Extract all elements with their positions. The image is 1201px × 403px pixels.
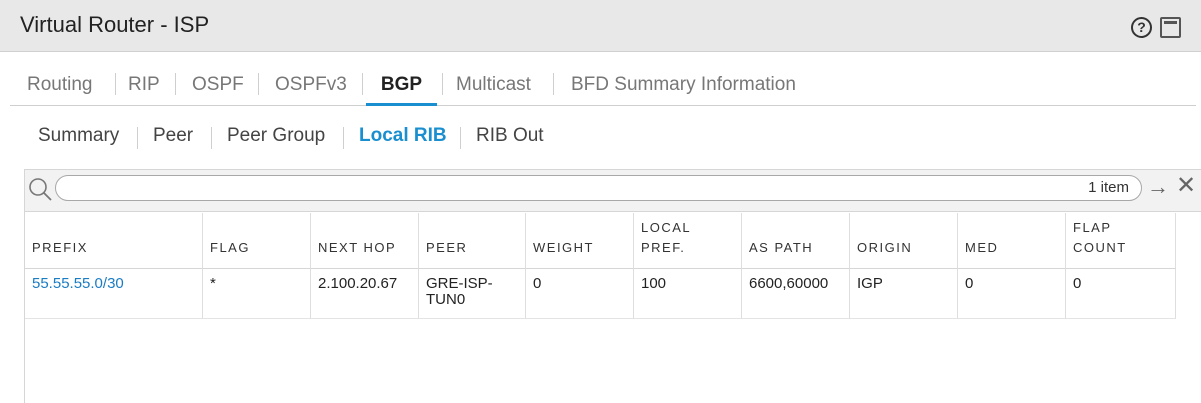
item-count: 1 item [1088, 179, 1129, 196]
title-bar: Virtual Router - ISP ? [0, 0, 1201, 52]
column-header-med[interactable]: MED [958, 213, 1066, 269]
column-header-local-pref[interactable]: LOCAL PREF. [634, 213, 742, 269]
tab-divider [211, 127, 212, 149]
tab-divider [175, 73, 176, 95]
column-header-as-path[interactable]: AS PATH [742, 213, 850, 269]
arrow-right-icon[interactable]: → [1147, 175, 1171, 201]
tab-routing[interactable]: Routing [27, 74, 93, 106]
tab-divider [362, 73, 363, 95]
tab-multicast[interactable]: Multicast [456, 74, 531, 106]
column-header-prefix[interactable]: PREFIX [25, 213, 203, 269]
tab-divider [137, 127, 138, 149]
tab-peer[interactable]: Peer [153, 125, 193, 147]
column-header-origin[interactable]: ORIGIN [850, 213, 958, 269]
table-cell-peer: GRE-ISP-TUN0 [419, 269, 526, 319]
table-cell-local-pref: 100 [634, 269, 742, 319]
local-rib-panel: 1 item → ✕ PREFIX FLAG NEXT HOP PEER WEI… [24, 169, 1201, 403]
tab-ospfv3[interactable]: OSPFv3 [275, 74, 347, 106]
table-cell-origin: IGP [850, 269, 958, 319]
column-header-peer[interactable]: PEER [419, 213, 526, 269]
window-icon[interactable] [1160, 17, 1181, 38]
tab-ospf[interactable]: OSPF [192, 74, 244, 106]
column-header-next-hop[interactable]: NEXT HOP [311, 213, 419, 269]
tab-bgp[interactable]: BGP [366, 74, 437, 106]
tab-divider [115, 73, 116, 95]
help-icon[interactable]: ? [1131, 17, 1152, 38]
search-icon[interactable] [28, 177, 52, 201]
column-header-flag[interactable]: FLAG [203, 213, 311, 269]
tab-divider [553, 73, 554, 95]
tab-divider [343, 127, 344, 149]
tab-divider [258, 73, 259, 95]
column-header-weight[interactable]: WEIGHT [526, 213, 634, 269]
tab-divider [442, 73, 443, 95]
tab-bfd-summary[interactable]: BFD Summary Information [571, 74, 796, 106]
tab-divider [460, 127, 461, 149]
search-input[interactable]: 1 item [55, 175, 1142, 201]
window-title: Virtual Router - ISP [20, 12, 210, 37]
table-cell-med: 0 [958, 269, 1066, 319]
column-header-flap-count[interactable]: FLAP COUNT [1066, 213, 1176, 269]
tab-peer-group[interactable]: Peer Group [227, 125, 325, 147]
table-cell-weight: 0 [526, 269, 634, 319]
tab-local-rib[interactable]: Local RIB [359, 125, 447, 147]
table-cell-next-hop: 2.100.20.67 [311, 269, 419, 319]
table-row-prefix-link[interactable]: 55.55.55.0/30 [25, 269, 203, 319]
table-cell-as-path: 6600,60000 [742, 269, 850, 319]
tab-rip[interactable]: RIP [128, 74, 160, 106]
main-tab-bar: Routing RIP OSPF OSPFv3 BGP Multicast BF… [10, 68, 1196, 106]
search-bar: 1 item → ✕ [25, 170, 1201, 212]
table-cell-flag: * [203, 269, 311, 319]
table-cell-flap-count: 0 [1066, 269, 1176, 319]
close-icon[interactable]: ✕ [1176, 173, 1200, 199]
tab-rib-out[interactable]: RIB Out [476, 125, 544, 147]
tab-summary[interactable]: Summary [38, 125, 119, 147]
